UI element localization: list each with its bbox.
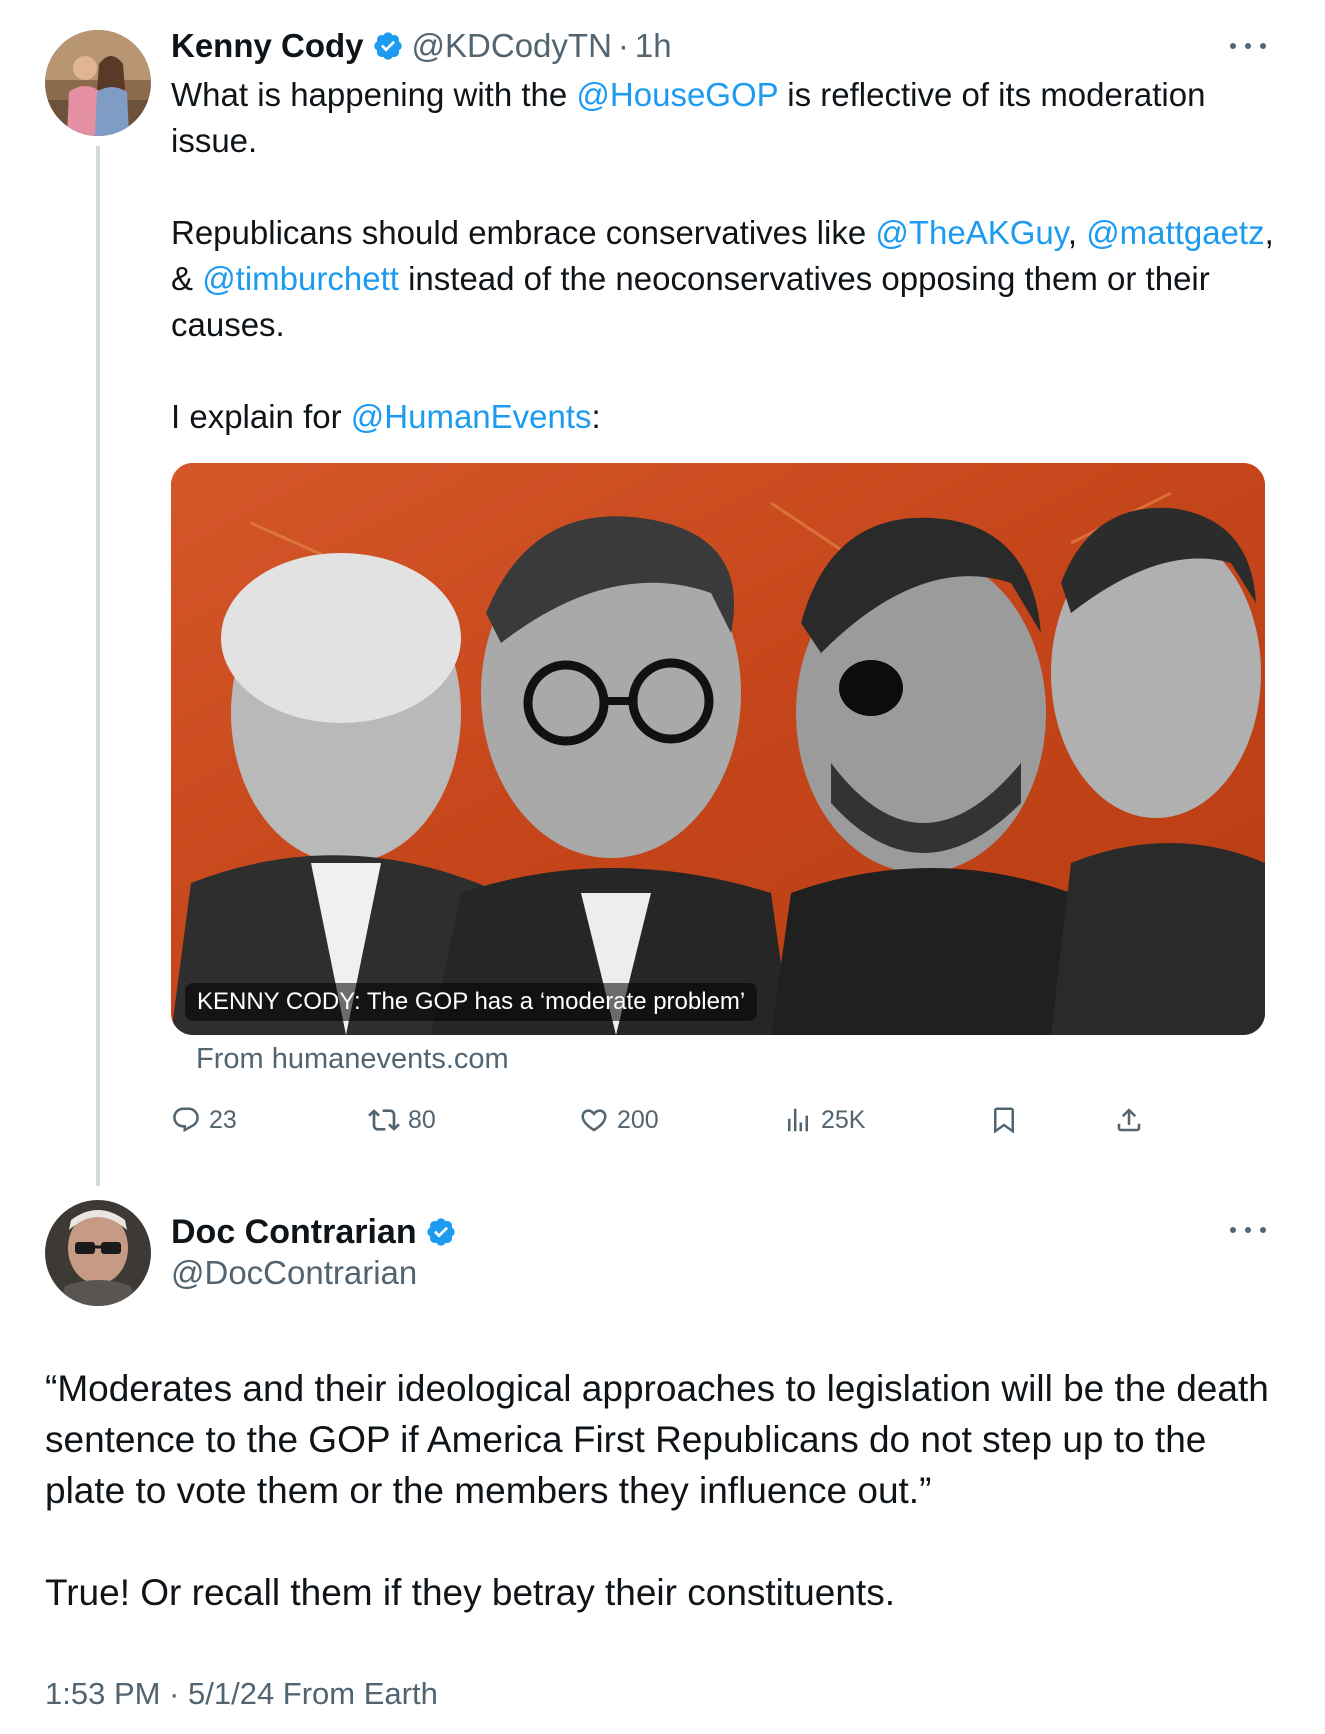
- text-segment: Republicans should embrace conservatives…: [171, 214, 876, 251]
- avatar-photo-icon: [45, 30, 151, 136]
- mention-link[interactable]: @mattgaetz: [1086, 214, 1264, 251]
- parent-author-avatar[interactable]: [45, 30, 151, 136]
- retweet-button[interactable]: 80: [368, 1098, 436, 1142]
- like-count: 200: [617, 1105, 659, 1134]
- mention-link[interactable]: @timburchett: [202, 260, 399, 297]
- views-button[interactable]: 25K: [783, 1098, 865, 1142]
- link-preview-card[interactable]: KENNY CODY: The GOP has a ‘moderate prob…: [171, 463, 1265, 1035]
- heart-icon: [581, 1109, 607, 1132]
- mention-link[interactable]: @TheAKGuy: [875, 214, 1067, 251]
- parent-tweet-text: What is happening with the @HouseGOP is …: [171, 72, 1281, 440]
- text-segment: ,: [1067, 214, 1087, 251]
- text-segment: :: [591, 398, 601, 435]
- article-image: [171, 463, 1265, 1035]
- tweet-action-bar: 23 80 200 25K: [171, 1098, 1151, 1142]
- link-card-caption: KENNY CODY: The GOP has a ‘moderate prob…: [185, 983, 758, 1021]
- main-author-name-row: Doc Contrarian: [171, 1210, 465, 1254]
- analytics-icon: [788, 1108, 808, 1132]
- parent-tweet[interactable]: Kenny Cody @KDCodyTN · 1h What is happen…: [0, 0, 1325, 1190]
- main-author-name[interactable]: Doc Contrarian: [171, 1213, 417, 1252]
- mention-link[interactable]: @HumanEvents: [351, 398, 592, 435]
- text-segment: What is happening with the: [171, 76, 577, 113]
- parent-time-ago[interactable]: 1h: [635, 27, 672, 65]
- verified-badge-icon: [425, 1216, 457, 1248]
- main-tweet-text: “Moderates and their ideological approac…: [45, 1363, 1285, 1618]
- main-author-avatar[interactable]: [45, 1200, 151, 1306]
- main-author-handle[interactable]: @DocContrarian: [171, 1254, 417, 1292]
- parent-author-name[interactable]: Kenny Cody: [171, 27, 364, 65]
- tweet-timestamp[interactable]: 1:53 PM · 5/1/24 From Earth: [45, 1676, 438, 1712]
- header-separator: ·: [617, 27, 629, 64]
- text-segment: I explain for: [171, 398, 351, 435]
- reply-count: 23: [209, 1105, 237, 1134]
- share-icon: [1117, 1108, 1141, 1132]
- more-options-icon[interactable]: [1230, 1222, 1266, 1238]
- thread-connector-line: [96, 146, 100, 1186]
- retweet-icon: [368, 1109, 400, 1131]
- reply-icon: [173, 1107, 199, 1133]
- avatar-photo-icon: [45, 1200, 151, 1306]
- main-tweet-paragraph: “Moderates and their ideological approac…: [45, 1368, 1269, 1511]
- link-card-source[interactable]: From humanevents.com: [196, 1043, 509, 1076]
- bookmark-button[interactable]: [989, 1098, 1027, 1142]
- reply-button[interactable]: 23: [171, 1098, 237, 1142]
- view-count: 25K: [821, 1105, 866, 1134]
- more-options-icon[interactable]: [1230, 38, 1266, 54]
- retweet-count: 80: [408, 1105, 436, 1134]
- parent-tweet-header: Kenny Cody @KDCodyTN · 1h: [171, 26, 672, 66]
- like-button[interactable]: 200: [579, 1098, 659, 1142]
- verified-badge-icon: [372, 30, 404, 62]
- main-tweet-paragraph: True! Or recall them if they betray thei…: [45, 1572, 895, 1613]
- share-button[interactable]: [1114, 1098, 1152, 1142]
- bookmark-icon: [994, 1107, 1014, 1134]
- mention-link[interactable]: @HouseGOP: [576, 76, 778, 113]
- parent-author-handle[interactable]: @KDCodyTN: [412, 27, 612, 65]
